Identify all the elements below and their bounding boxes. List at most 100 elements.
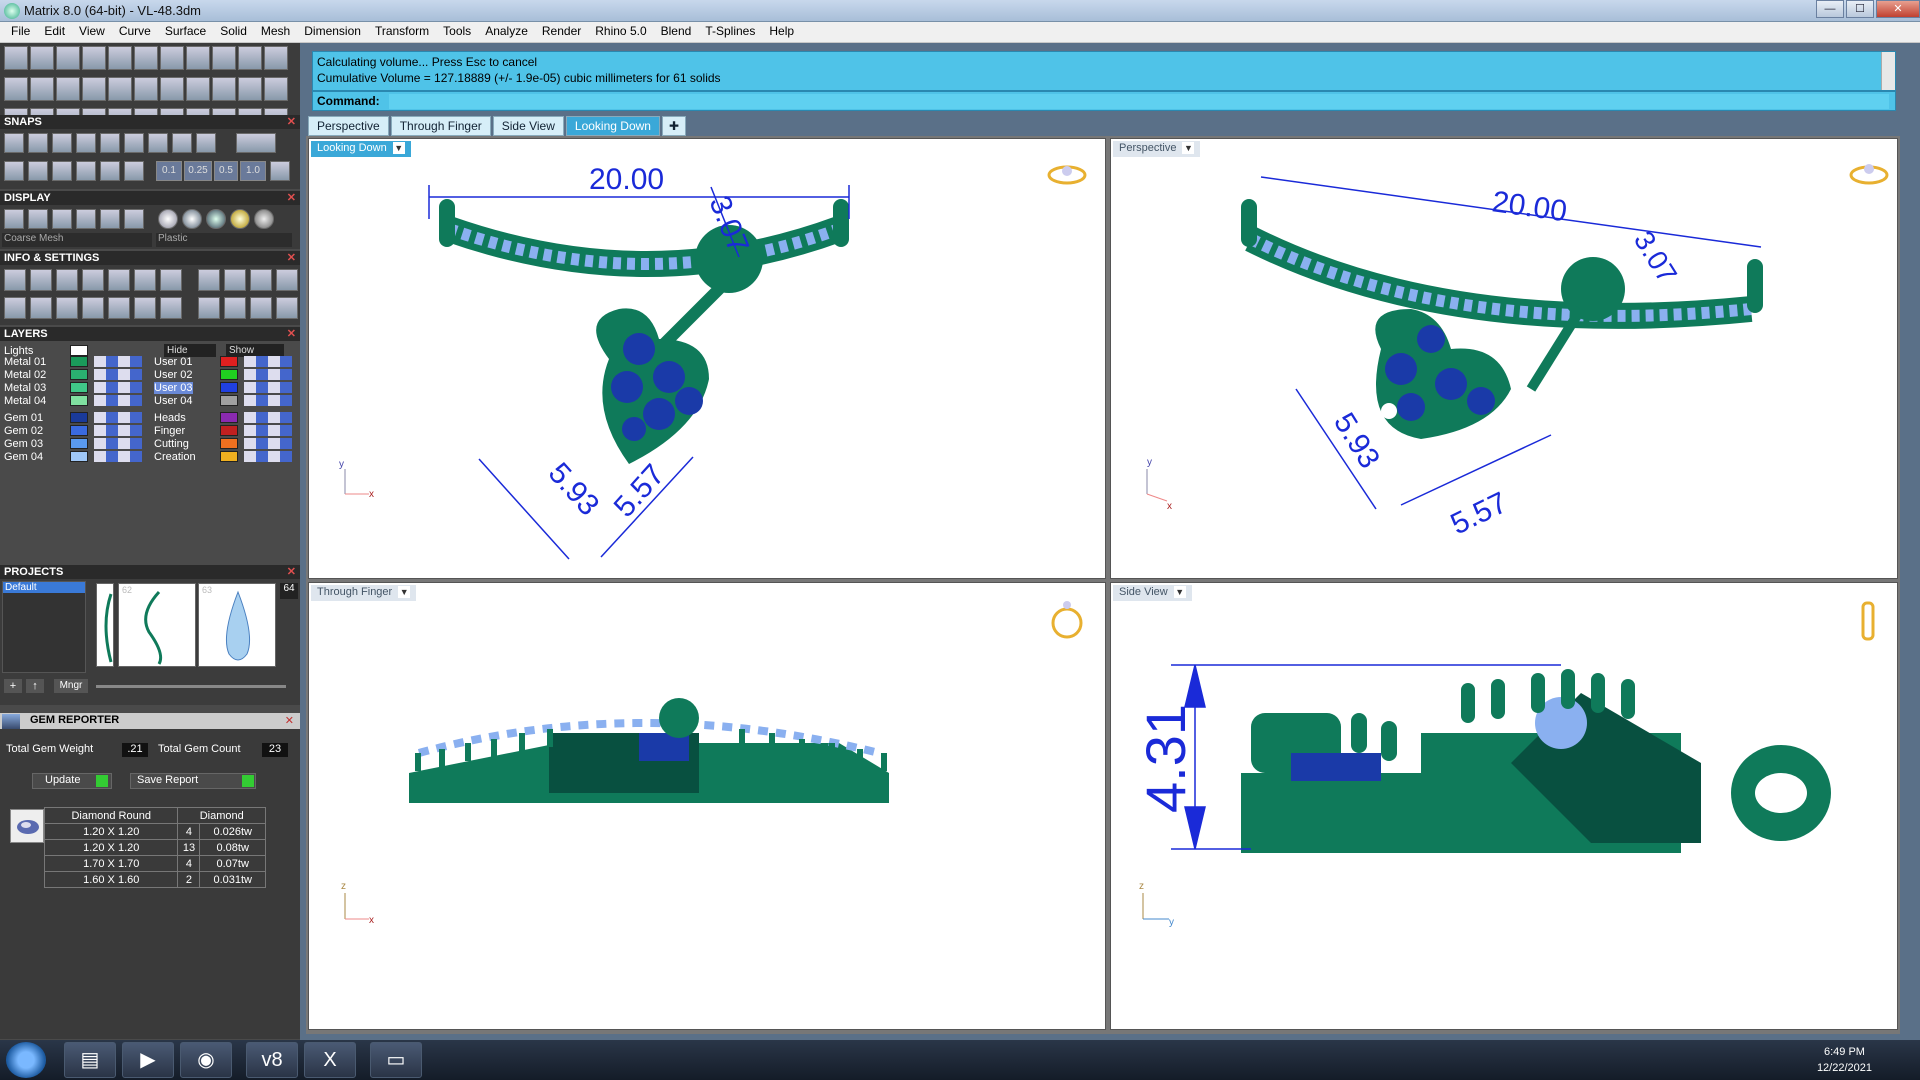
maximize-button[interactable]: ☐	[1846, 0, 1874, 18]
window-icon[interactable]: ▭	[370, 1042, 422, 1078]
layer-row[interactable]: User 02	[154, 368, 294, 382]
layer-color-swatch[interactable]	[220, 412, 238, 423]
panel-toggle-icon[interactable]	[264, 46, 288, 70]
layer-row[interactable]: Metal 03	[4, 381, 144, 395]
menu-curve[interactable]: Curve	[112, 22, 158, 42]
menu-tsplines[interactable]: T-Splines	[698, 22, 762, 42]
explorer-icon[interactable]: ▤	[64, 1042, 116, 1078]
filter-icon[interactable]	[108, 297, 130, 319]
shaded-mode-icon[interactable]	[52, 209, 72, 229]
gem-seat-icon[interactable]	[108, 77, 132, 101]
command-input[interactable]	[389, 94, 1889, 109]
layer-color-swatch[interactable]	[220, 451, 238, 462]
dim-tool-icon[interactable]	[224, 297, 246, 319]
int-snap-icon[interactable]	[148, 133, 168, 153]
chrome-material-icon[interactable]	[206, 209, 226, 229]
layer-color-swatch[interactable]	[70, 356, 88, 367]
project-list[interactable]: Default	[2, 581, 86, 673]
pave-tool-icon[interactable]	[238, 77, 262, 101]
view-cube-ring-icon[interactable]	[1849, 164, 1889, 185]
layer-color-swatch[interactable]	[70, 382, 88, 393]
layer-visibility-lock-icon[interactable]	[94, 395, 142, 406]
menu-help[interactable]: Help	[762, 22, 801, 42]
layer-visibility-lock-icon[interactable]	[244, 356, 292, 367]
layer-row[interactable]: Heads	[154, 411, 294, 425]
menu-analyze[interactable]: Analyze	[478, 22, 535, 42]
layer-row[interactable]: User 01	[154, 355, 294, 369]
menu-file[interactable]: File	[4, 22, 37, 42]
layer-visibility-lock-icon[interactable]	[94, 451, 142, 462]
add-tab-icon[interactable]: ✚	[661, 116, 686, 136]
wireframe-mode-icon[interactable]	[4, 209, 24, 229]
thumb-size-slider[interactable]	[96, 685, 286, 688]
layer-color-swatch[interactable]	[70, 395, 88, 406]
material-select[interactable]: Plastic	[156, 233, 292, 247]
close-icon[interactable]: ✕	[287, 251, 296, 265]
cube-icon[interactable]	[160, 269, 182, 291]
layer-manager-icon[interactable]	[56, 269, 78, 291]
ellipse-tool-icon[interactable]	[134, 46, 158, 70]
zoom-icon[interactable]	[30, 269, 52, 291]
layer-row[interactable]: Cutting	[154, 437, 294, 451]
layer-color-swatch[interactable]	[220, 438, 238, 449]
tab-perspective[interactable]: Perspective	[308, 116, 389, 136]
flow-tool-icon[interactable]	[82, 77, 106, 101]
viewport-side-view[interactable]: 4.31 z y Side View ▼	[1110, 582, 1898, 1030]
add-project-button[interactable]: +	[4, 679, 22, 693]
import-icon[interactable]	[250, 269, 272, 291]
layer-visibility-lock-icon[interactable]	[244, 438, 292, 449]
ghost-mode-icon[interactable]	[28, 209, 48, 229]
layer-row[interactable]: Metal 04	[4, 394, 144, 408]
table-row[interactable]: 1.70 X 1.70 4 0.07tw	[43, 855, 266, 872]
panel-toggle-icon[interactable]	[264, 77, 288, 101]
start-button[interactable]	[6, 1042, 46, 1078]
project-thumb-62[interactable]: 62	[118, 583, 196, 667]
layer-visibility-lock-icon[interactable]	[244, 382, 292, 393]
report-icon[interactable]	[276, 269, 298, 291]
media-player-icon[interactable]: ▶	[122, 1042, 174, 1078]
menu-rhino[interactable]: Rhino 5.0	[588, 22, 653, 42]
layer-row[interactable]: Gem 02	[4, 424, 144, 438]
snap-value-0-1[interactable]: 0.1	[156, 161, 182, 181]
point-snap-icon[interactable]	[76, 133, 96, 153]
export-icon[interactable]	[224, 269, 246, 291]
lock-tool-icon[interactable]	[134, 77, 158, 101]
menu-dimension[interactable]: Dimension	[297, 22, 368, 42]
viewport-label-looking-down[interactable]: Looking Down ▼	[311, 141, 411, 157]
layer-visibility-lock-icon[interactable]	[94, 425, 142, 436]
mesh-quality-select[interactable]: Coarse Mesh	[2, 233, 152, 247]
update-play-icon[interactable]	[96, 775, 108, 787]
edit-icon[interactable]	[134, 269, 156, 291]
grid-snap-icon[interactable]	[4, 133, 24, 153]
layer-row[interactable]: Gem 01	[4, 411, 144, 425]
grid-icon[interactable]	[270, 161, 290, 181]
chevron-down-icon[interactable]: ▼	[392, 142, 405, 154]
document-icon[interactable]	[108, 269, 130, 291]
perp-snap-icon[interactable]	[172, 133, 192, 153]
circle-tool-icon[interactable]	[108, 46, 132, 70]
table-row[interactable]: 1.60 X 1.60 2 0.031tw	[43, 871, 266, 888]
single-view-icon[interactable]	[30, 297, 52, 319]
viewport-label-perspective[interactable]: Perspective ▼	[1113, 141, 1201, 157]
cylinder-view-icon[interactable]	[82, 297, 104, 319]
command-scrollbar[interactable]	[1881, 52, 1895, 90]
arc-tool-icon[interactable]	[4, 46, 28, 70]
ortho-icon[interactable]	[4, 161, 24, 181]
custom-material-icon[interactable]	[254, 209, 274, 229]
viewport-label-through-finger[interactable]: Through Finger ▼	[311, 585, 417, 601]
viewport-looking-down[interactable]: 20.00 3.07 5.93 5.57 y x Looking Down ▼	[308, 138, 1106, 579]
snap-active-icon[interactable]	[76, 161, 96, 181]
silver-material-icon[interactable]	[182, 209, 202, 229]
menu-tools[interactable]: Tools	[436, 22, 478, 42]
layer-visibility-lock-icon[interactable]	[244, 395, 292, 406]
chrome-icon[interactable]: ◉	[180, 1042, 232, 1078]
layer-row[interactable]: Finger	[154, 424, 294, 438]
layer-color-swatch[interactable]	[70, 425, 88, 436]
layout-icon[interactable]	[160, 297, 182, 319]
crosshair-icon[interactable]	[124, 161, 144, 181]
snap-value-0-25[interactable]: 0.25	[184, 161, 212, 181]
layer-visibility-lock-icon[interactable]	[94, 438, 142, 449]
tab-side-view[interactable]: Side View	[492, 116, 564, 136]
render-settings-icon[interactable]	[198, 269, 220, 291]
bevel-tool-icon[interactable]	[238, 46, 262, 70]
